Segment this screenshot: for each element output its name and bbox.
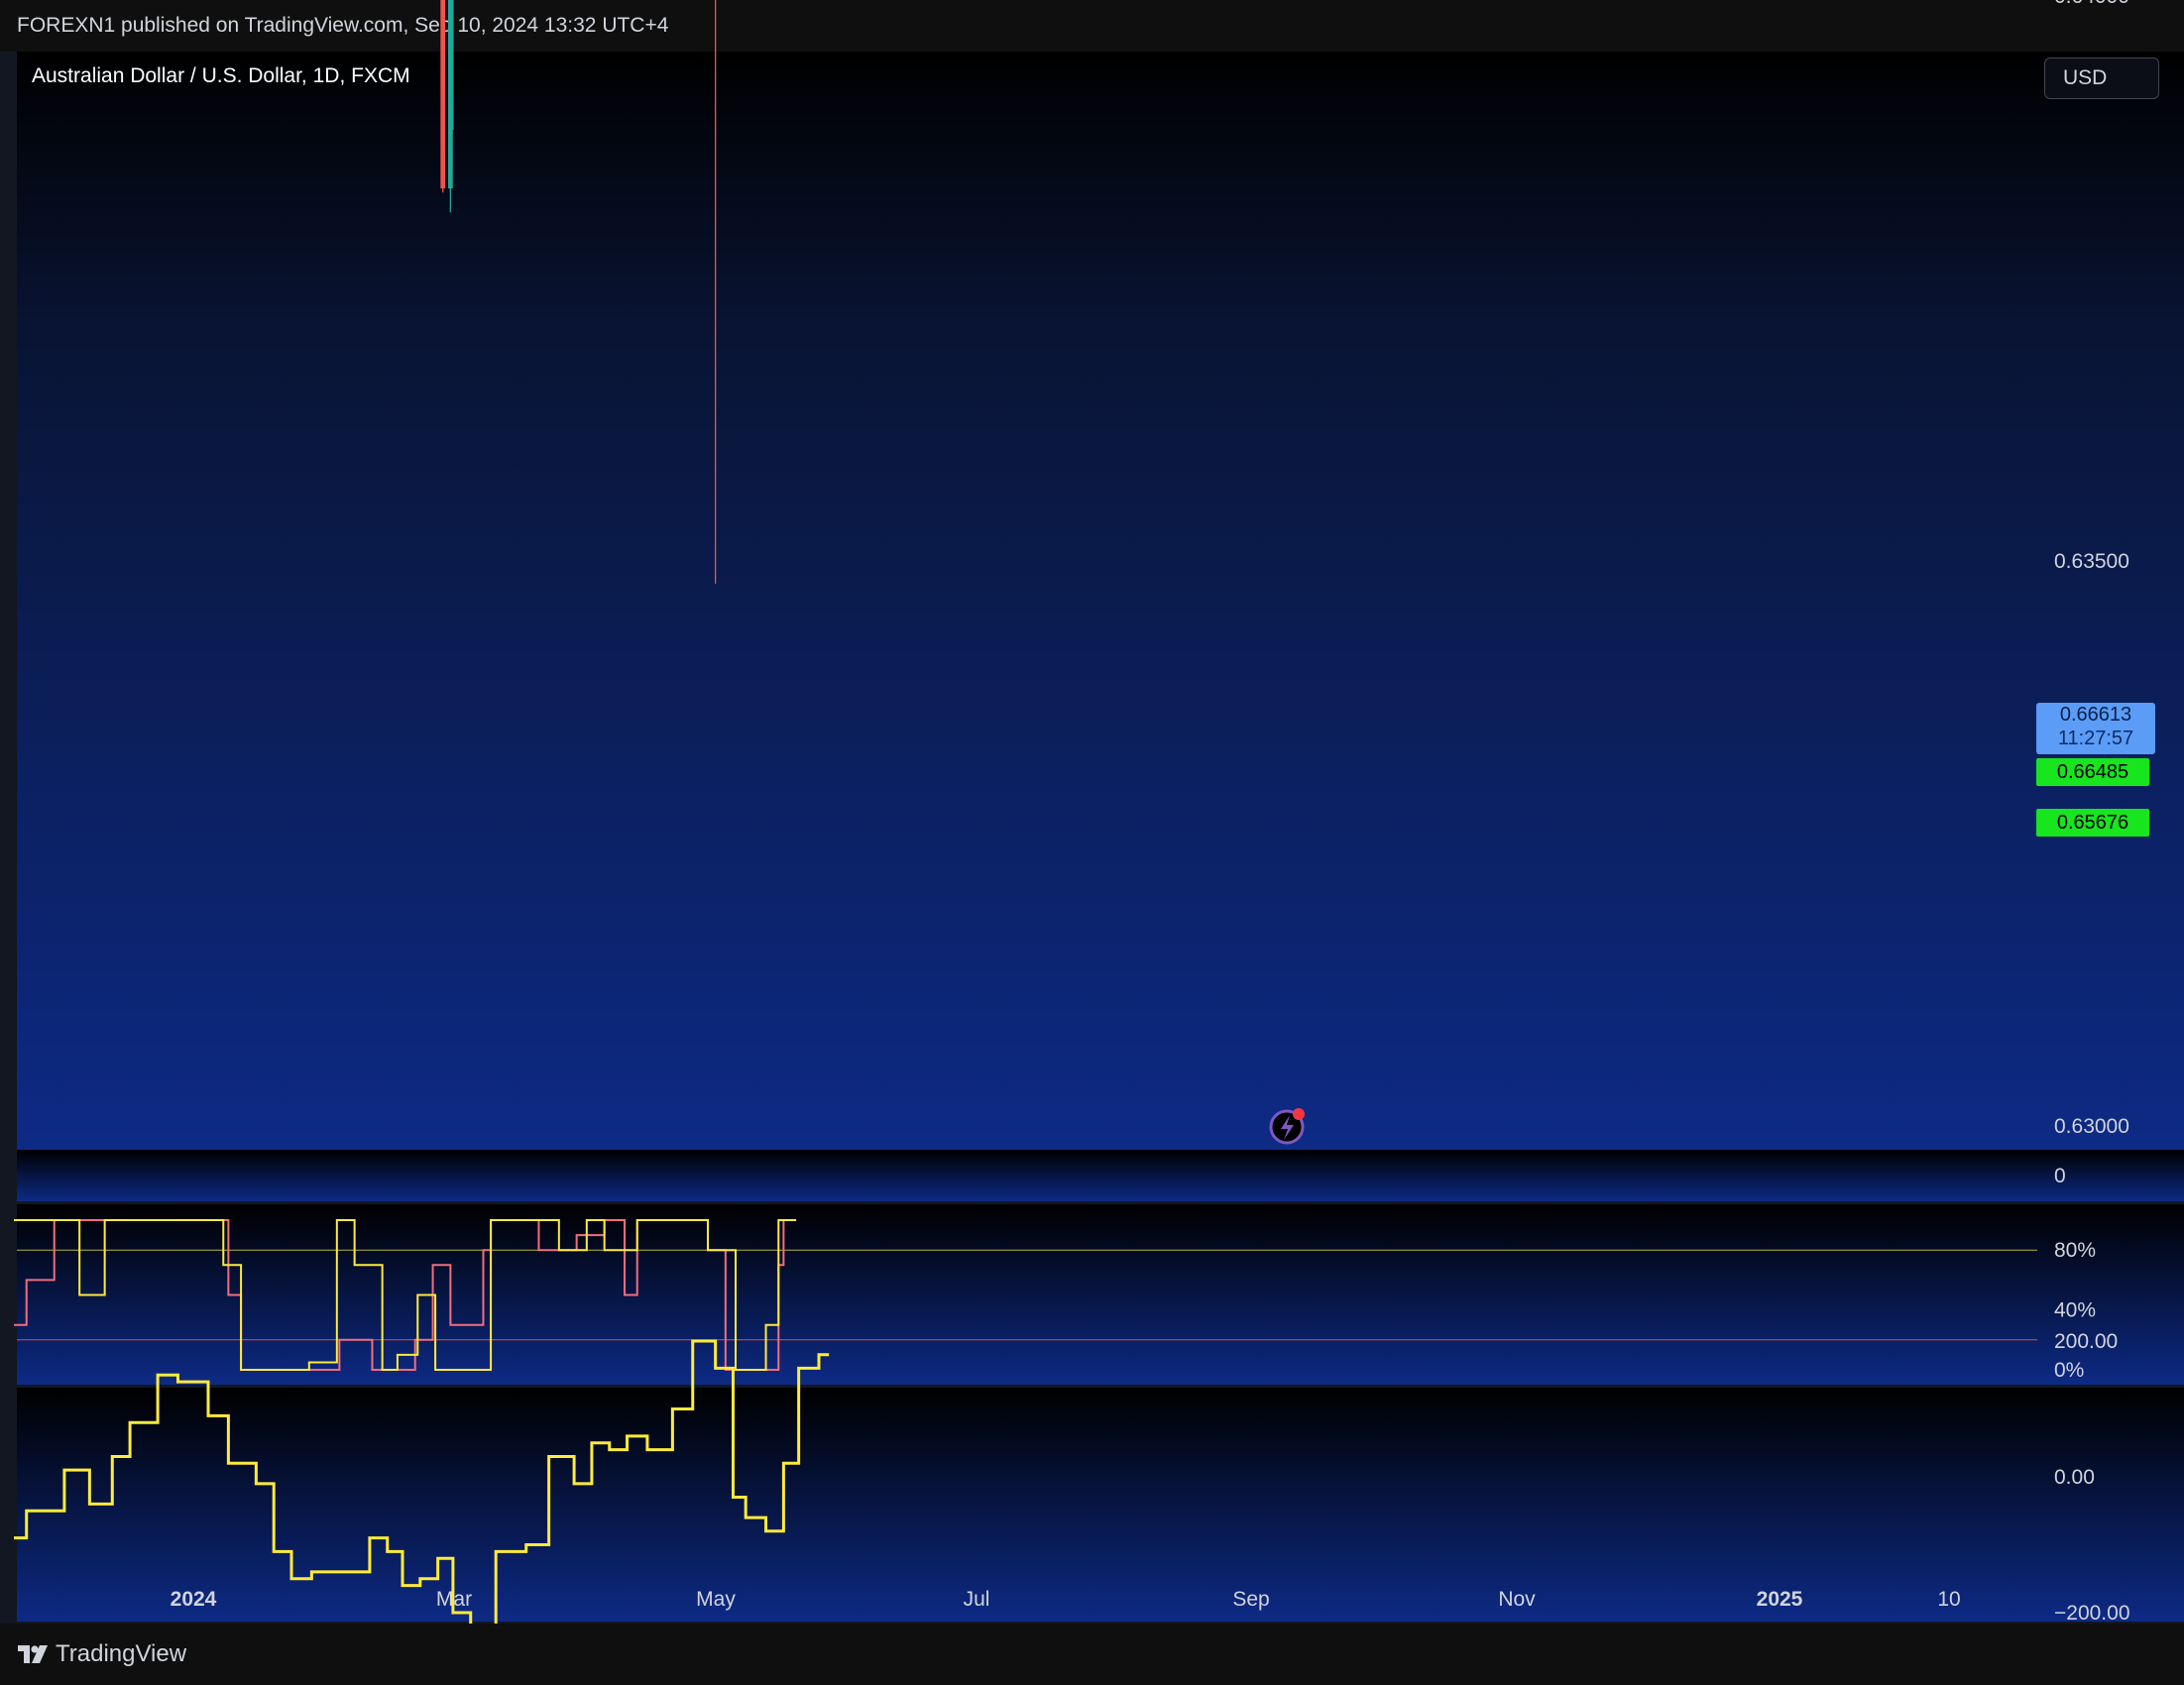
last-price-value: 0.66613 bbox=[2059, 704, 2132, 726]
cci-pane[interactable] bbox=[17, 1388, 2184, 1622]
candle-body bbox=[447, 0, 453, 189]
footer bbox=[0, 1624, 2184, 1685]
main-pane[interactable] bbox=[17, 52, 2184, 1150]
bar-countdown: 11:27:57 bbox=[2057, 728, 2134, 749]
last-price-tag: 0.66613 11:27:57 bbox=[2036, 703, 2155, 754]
cci-axis-tick: −200.00 bbox=[2054, 1602, 2130, 1625]
cci-axis-tick: 0.00 bbox=[2054, 1466, 2095, 1489]
osc-axis-tick: 0% bbox=[2054, 1359, 2084, 1382]
time-axis-tick: Sep bbox=[1232, 1588, 1269, 1611]
time-axis-tick: 2024 bbox=[171, 1588, 217, 1611]
time-axis-tick: Nov bbox=[1498, 1588, 1536, 1611]
symbol-title[interactable]: Australian Dollar / U.S. Dollar, 1D, FXC… bbox=[32, 64, 410, 88]
price-axis-tick: 0.63000 bbox=[2054, 1115, 2129, 1138]
tradingview-logo[interactable]: TradingView bbox=[18, 1640, 186, 1668]
volume-axis-tick: 0 bbox=[2054, 1165, 2066, 1187]
time-axis-tick: 2025 bbox=[1757, 1588, 1803, 1611]
level-tag-1: 0.66485 bbox=[2036, 758, 2149, 786]
time-axis-tick: May bbox=[696, 1588, 736, 1611]
currency-button[interactable]: USD bbox=[2044, 57, 2159, 99]
candle-body bbox=[440, 0, 446, 189]
time-axis-tick: Mar bbox=[436, 1588, 472, 1611]
oscillator-pane[interactable] bbox=[17, 1204, 2184, 1385]
tradingview-logo-icon bbox=[18, 1645, 48, 1663]
time-axis-tick: Jul bbox=[964, 1588, 990, 1611]
volume-pane[interactable] bbox=[17, 1150, 2184, 1201]
osc-axis-tick: 80% bbox=[2054, 1239, 2096, 1262]
time-axis-tick: 10 bbox=[1937, 1588, 1960, 1611]
chart-canvas[interactable]: Supply Area (0.68911)(0.68710)(0.68102)(… bbox=[0, 0, 2184, 1685]
price-axis-tick: 0.63500 bbox=[2054, 550, 2129, 573]
cci-axis-tick: 200.00 bbox=[2054, 1330, 2118, 1353]
tradingview-logo-text: TradingView bbox=[56, 1640, 187, 1667]
price-axis-tick: 0.64000 bbox=[2054, 0, 2129, 8]
osc-axis-tick: 40% bbox=[2054, 1299, 2096, 1322]
level-tag-2: 0.65676 bbox=[2036, 809, 2149, 837]
